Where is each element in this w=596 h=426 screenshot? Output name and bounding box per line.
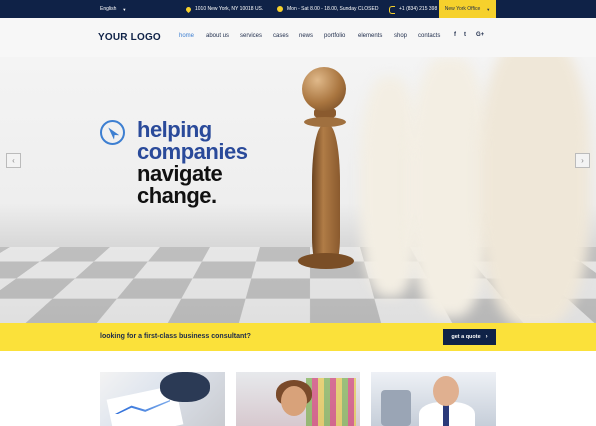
nav-about-us[interactable]: about us xyxy=(206,33,229,39)
get-quote-button[interactable]: get a quote › xyxy=(443,329,496,345)
twitter-icon[interactable]: t xyxy=(464,32,466,38)
nav-shop[interactable]: shop xyxy=(394,33,407,39)
top-info-bar: English ▼ 1010 New York, NY 10018 US. Mo… xyxy=(0,0,596,18)
nav-contacts[interactable]: contacts xyxy=(418,33,440,39)
hours-info: Mon - Sat 8.00 - 18.00, Sunday CLOSED xyxy=(277,0,378,18)
nav-home[interactable]: home xyxy=(179,33,194,39)
white-pawn-image xyxy=(410,57,490,317)
facebook-icon[interactable]: f xyxy=(454,32,456,38)
chevron-right-icon: › xyxy=(485,334,488,340)
hero-headline-line-1: helping xyxy=(137,117,212,142)
cta-text: looking for a first-class business consu… xyxy=(100,333,251,340)
slider-prev-button[interactable]: ‹ xyxy=(6,153,21,168)
cta-banner xyxy=(0,323,596,351)
clock-icon xyxy=(277,6,283,12)
hero-headline-line-4: change. xyxy=(137,183,217,208)
service-card-image-1[interactable] xyxy=(100,372,225,426)
phone-icon xyxy=(389,6,395,14)
nav-cases[interactable]: cases xyxy=(273,33,289,39)
slider-next-button[interactable]: › xyxy=(575,153,590,168)
white-pawn-image xyxy=(480,57,590,323)
google-plus-icon[interactable]: G+ xyxy=(476,32,484,38)
address-text: 1010 New York, NY 10018 US. xyxy=(195,6,264,12)
nav-news[interactable]: news xyxy=(299,33,313,39)
language-label: English xyxy=(100,6,117,12)
language-selector[interactable]: English ▼ xyxy=(100,0,126,18)
address-info: 1010 New York, NY 10018 US. xyxy=(184,0,264,18)
main-navbar xyxy=(0,18,596,57)
hero-headline-line-3: navigate xyxy=(137,161,223,186)
get-quote-label: get a quote xyxy=(451,334,481,340)
phone-info[interactable]: +1 (834) 215 398 xyxy=(389,0,437,18)
office-label: New York Office xyxy=(444,6,481,12)
service-card-image-2[interactable] xyxy=(236,372,360,426)
hours-text: Mon - Sat 8.00 - 18.00, Sunday CLOSED xyxy=(287,6,379,12)
wooden-pawn-image xyxy=(312,125,340,265)
site-logo[interactable]: YOUR LOGO xyxy=(98,32,161,43)
hero-headline-line-2: companies xyxy=(137,139,248,164)
chevron-down-icon: ▼ xyxy=(486,6,491,12)
phone-text: +1 (834) 215 398 xyxy=(399,6,438,12)
office-selector[interactable]: New York Office ▼ xyxy=(439,0,496,18)
nav-elements[interactable]: elements xyxy=(358,33,382,39)
nav-portfolio[interactable]: portfolio xyxy=(324,33,345,39)
compass-icon xyxy=(100,120,125,145)
service-card-image-3[interactable] xyxy=(371,372,496,426)
hero-slider: helping companies navigate change. ‹ › xyxy=(0,57,596,323)
nav-services[interactable]: services xyxy=(240,33,262,39)
chevron-down-icon: ▼ xyxy=(122,6,127,12)
location-pin-icon xyxy=(184,5,193,13)
